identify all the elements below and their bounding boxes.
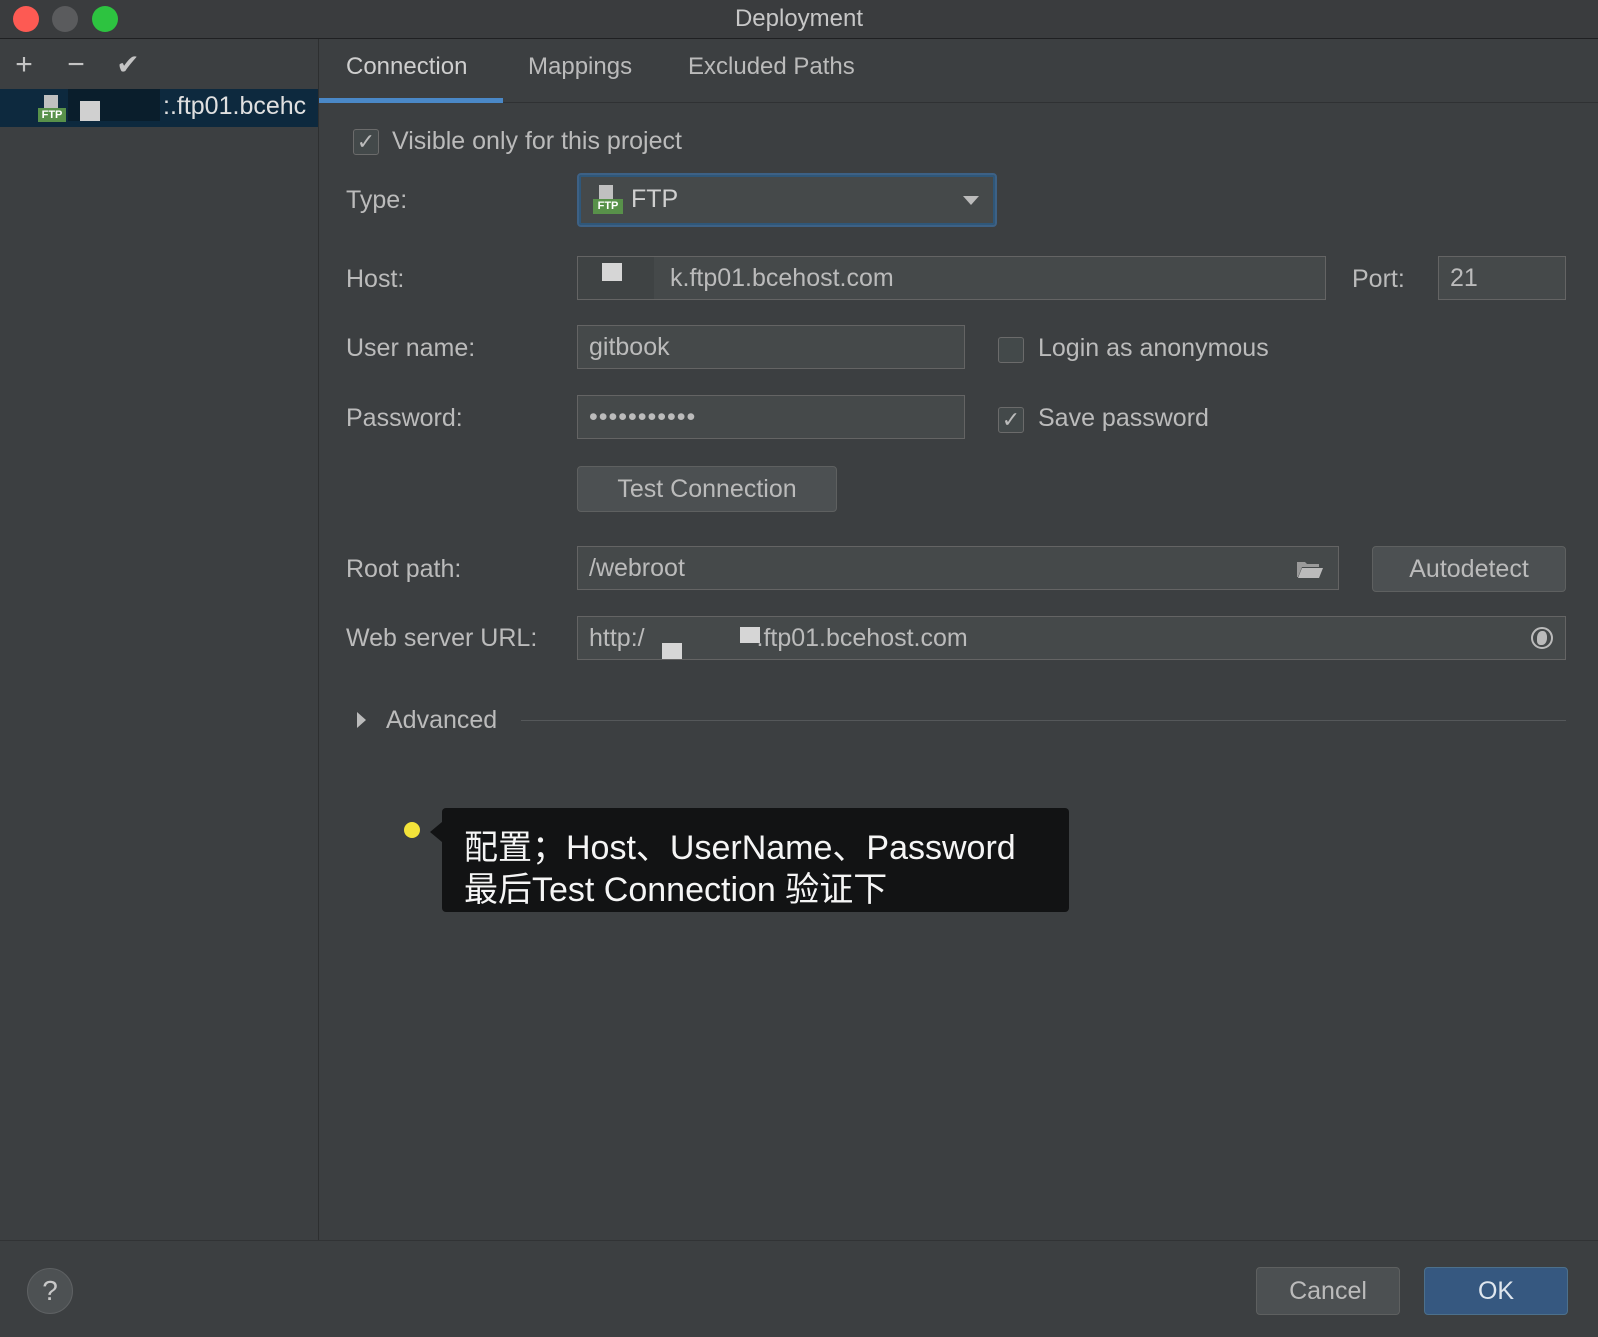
password-input[interactable]: ••••••••••• xyxy=(577,395,965,439)
visible-only-label: Visible only for this project xyxy=(392,127,682,155)
advanced-section-toggle[interactable]: Advanced xyxy=(386,706,497,735)
root-path-input[interactable]: /webroot xyxy=(577,546,1339,590)
dialog-footer: ? Cancel OK xyxy=(0,1240,1598,1337)
tab-connection[interactable]: Connection xyxy=(346,53,467,81)
ftp-icon: FTP xyxy=(593,185,623,215)
redacted-region xyxy=(662,643,682,659)
ok-button[interactable]: OK xyxy=(1424,1267,1568,1315)
server-list-item[interactable]: FTP :.ftp01.bcehc xyxy=(0,89,318,127)
add-server-button[interactable]: + xyxy=(8,49,40,81)
annotation-line-2: 最后Test Connection 验证下 xyxy=(464,871,888,909)
ftp-server-icon: FTP xyxy=(38,95,68,123)
username-label: User name: xyxy=(346,334,476,362)
redacted-region xyxy=(80,101,100,121)
tab-excluded-paths[interactable]: Excluded Paths xyxy=(688,53,855,81)
type-label: Type: xyxy=(346,186,408,214)
folder-open-icon[interactable] xyxy=(1296,559,1324,579)
save-password-label: Save password xyxy=(1038,404,1209,432)
port-label: Port: xyxy=(1352,265,1405,293)
help-button[interactable]: ? xyxy=(27,1268,73,1314)
web-server-url-input[interactable]: http:/ .ftp01.bcehost.com xyxy=(577,616,1566,660)
redacted-region xyxy=(602,263,622,281)
autodetect-button[interactable]: Autodetect xyxy=(1372,546,1566,592)
globe-icon[interactable] xyxy=(1531,627,1553,649)
test-connection-button[interactable]: Test Connection xyxy=(577,466,837,512)
redacted-region xyxy=(740,627,760,643)
url-suffix: .ftp01.bcehost.com xyxy=(756,624,968,652)
ftp-badge: FTP xyxy=(38,108,66,122)
tab-mappings[interactable]: Mappings xyxy=(528,53,632,81)
active-tab-indicator xyxy=(319,98,503,103)
server-list-sidebar: + − ✔ FTP :.ftp01.bcehc xyxy=(0,39,319,1240)
root-path-label: Root path: xyxy=(346,555,462,583)
save-password-checkbox[interactable]: ✓ xyxy=(998,407,1024,433)
window-title: Deployment xyxy=(734,5,864,32)
title-bar: Deployment xyxy=(0,0,1598,39)
login-anonymous-label: Login as anonymous xyxy=(1038,334,1269,362)
host-value: k.ftp01.bcehost.com xyxy=(670,264,894,292)
ftp-badge: FTP xyxy=(593,199,623,214)
username-input[interactable]: gitbook xyxy=(577,325,965,369)
deployment-window: Deployment + − ✔ FTP :.ftp01.bcehc Conne… xyxy=(0,0,1598,1337)
annotation-dot xyxy=(404,822,420,838)
root-path-value: /webroot xyxy=(589,554,685,582)
type-select[interactable]: FTP FTP xyxy=(577,173,997,227)
type-value: FTP xyxy=(631,185,679,213)
login-anonymous-checkbox[interactable] xyxy=(998,337,1024,363)
web-server-url-label: Web server URL: xyxy=(346,624,538,652)
port-input[interactable]: 21 xyxy=(1438,256,1566,300)
annotation-callout: 配置；Host、UserName、Password 最后Test Connect… xyxy=(430,808,1069,912)
host-label: Host: xyxy=(346,265,405,293)
chevron-right-icon[interactable] xyxy=(357,712,366,728)
password-label: Password: xyxy=(346,404,463,432)
chevron-down-icon xyxy=(963,196,979,205)
tab-bar: Connection Mappings Excluded Paths xyxy=(319,39,1598,103)
remove-server-button[interactable]: − xyxy=(60,49,92,81)
url-prefix: http:/ xyxy=(589,624,645,652)
apply-check-icon[interactable]: ✔ xyxy=(112,49,144,81)
cancel-button[interactable]: Cancel xyxy=(1256,1267,1400,1315)
host-input[interactable]: k.ftp01.bcehost.com xyxy=(577,256,1326,300)
server-name-label: :.ftp01.bcehc xyxy=(163,92,307,120)
visible-only-checkbox[interactable]: ✓ xyxy=(353,129,379,155)
section-divider xyxy=(521,720,1566,721)
